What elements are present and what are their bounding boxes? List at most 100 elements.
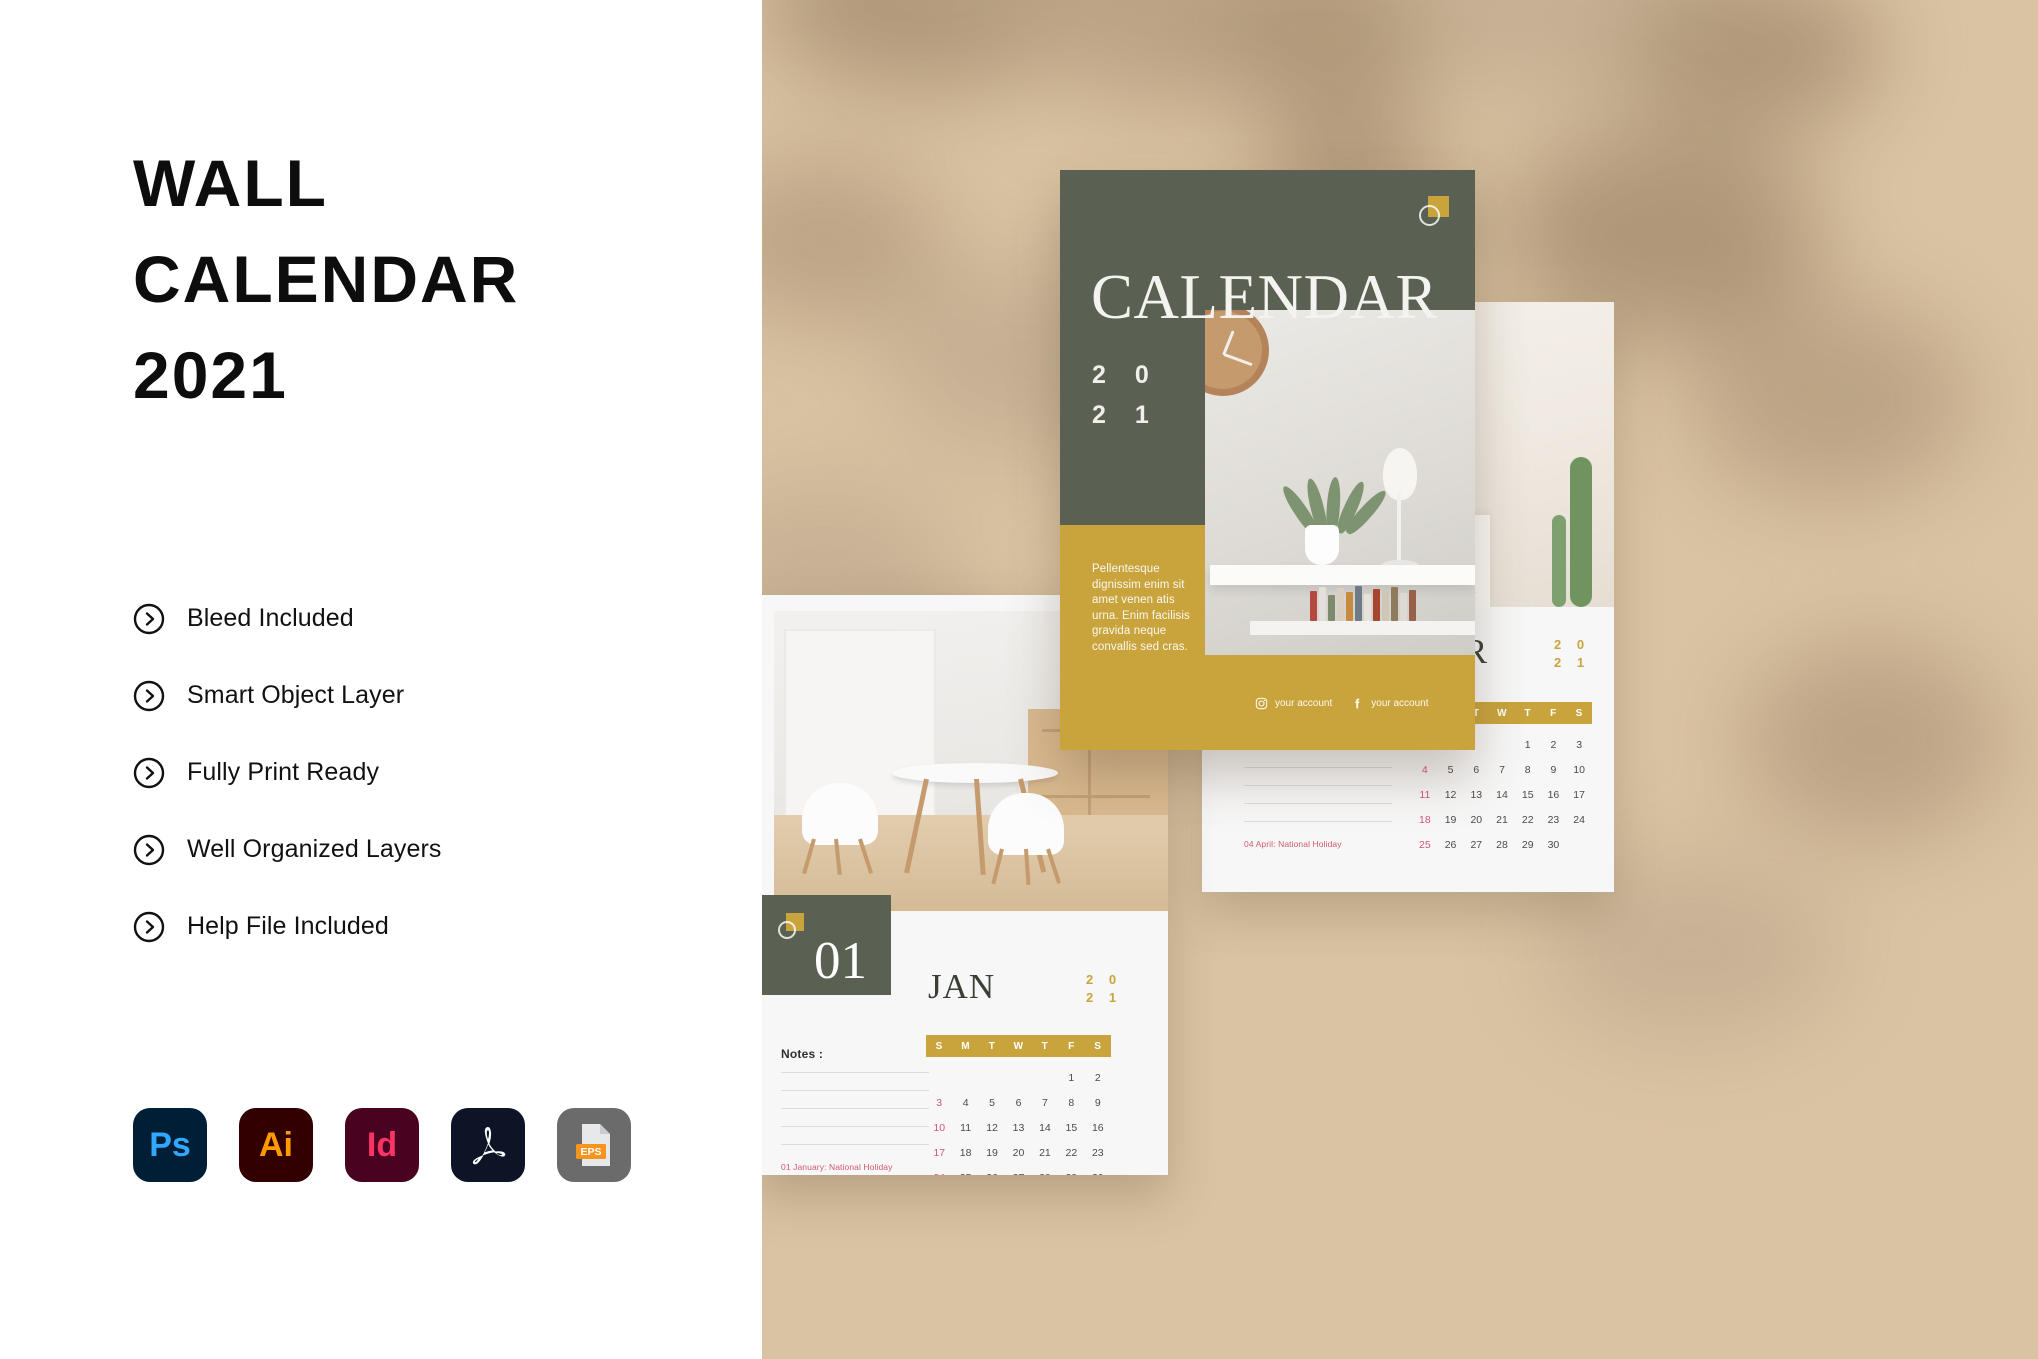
day-cell: 29 bbox=[1058, 1166, 1084, 1175]
feature-label: Fully Print Ready bbox=[187, 758, 380, 786]
day-cell: 17 bbox=[933, 1147, 946, 1159]
day-cell: 15 bbox=[1521, 789, 1534, 801]
instagram-account[interactable]: your account bbox=[1255, 697, 1332, 710]
feature-item-smart-object-layer: Smart Object Layer bbox=[133, 657, 442, 734]
notes-label: Notes : bbox=[781, 1047, 824, 1061]
title-line-1: WALL bbox=[133, 146, 328, 220]
day-cell: 15 bbox=[1065, 1122, 1078, 1134]
svg-text:EPS: EPS bbox=[580, 1146, 601, 1158]
jan-month-number: 01 bbox=[814, 932, 867, 990]
day-cell: 26 bbox=[979, 1166, 1005, 1175]
day-cell: 13 bbox=[1470, 789, 1483, 801]
weekday-header-row: SMTWTFS bbox=[926, 1035, 1111, 1057]
chevron-right-circle-icon bbox=[133, 834, 165, 866]
jan-notes-block: Notes : 01 January: National Holiday bbox=[781, 1047, 929, 1172]
feature-item-bleed-included: Bleed Included bbox=[133, 580, 442, 657]
jan-month-name: JAN bbox=[928, 967, 996, 1006]
day-cell: 9 bbox=[1094, 1097, 1101, 1109]
weekday-header: F bbox=[1550, 707, 1557, 719]
compatible-software-icons: Ps Ai Id EPS bbox=[133, 1108, 631, 1182]
day-cell: 11 bbox=[1419, 789, 1431, 801]
day-cell: 20 bbox=[1012, 1147, 1025, 1159]
page-title: WALL CALENDAR 2021 bbox=[133, 135, 519, 423]
day-cell: 22 bbox=[1521, 814, 1534, 826]
day-cell-empty: . bbox=[926, 1066, 952, 1091]
day-cell: 12 bbox=[986, 1122, 998, 1134]
day-cell: 26 bbox=[1444, 839, 1457, 851]
day-cell: 10 bbox=[933, 1122, 946, 1134]
jan-year-bottom: 2 1 bbox=[1086, 990, 1123, 1005]
day-cell-empty: . bbox=[1489, 733, 1515, 758]
square-circle-logo-icon bbox=[778, 913, 804, 939]
eps-file-icon: EPS bbox=[557, 1108, 631, 1182]
weekday-header: T bbox=[1041, 1040, 1049, 1052]
day-cell: 6 bbox=[1473, 764, 1480, 776]
cover-title: CALENDAR bbox=[1091, 262, 1438, 332]
weekday-header: S bbox=[1575, 707, 1583, 719]
cover-year-top: 2 0 bbox=[1092, 361, 1160, 389]
day-cell: 18 bbox=[959, 1147, 972, 1159]
cover-photo bbox=[1205, 310, 1475, 655]
day-cell: 7 bbox=[1499, 764, 1505, 776]
weekday-header: S bbox=[1094, 1040, 1102, 1052]
mockup-scene: 04 APR 2 0 2 1 Notes : 04 April: Nationa… bbox=[762, 0, 2038, 1359]
day-cell: 20 bbox=[1470, 814, 1483, 826]
day-cell: 28 bbox=[1496, 839, 1508, 851]
chevron-right-circle-icon bbox=[133, 911, 165, 943]
instagram-handle: your account bbox=[1275, 698, 1333, 709]
day-cell: 24 bbox=[926, 1166, 952, 1175]
weekday-header: T bbox=[988, 1040, 996, 1052]
day-cell: 21 bbox=[1496, 814, 1508, 826]
jan-year-top: 2 0 bbox=[1086, 972, 1123, 987]
day-cell: 5 bbox=[989, 1097, 995, 1109]
day-cell: 3 bbox=[1576, 739, 1583, 751]
facebook-handle: your account bbox=[1371, 698, 1429, 709]
facebook-account[interactable]: your account bbox=[1351, 697, 1429, 710]
apr-holiday-note: 04 April: National Holiday bbox=[1244, 839, 1342, 849]
apr-year-top: 2 0 bbox=[1554, 637, 1591, 652]
day-cell: 11 bbox=[960, 1122, 972, 1134]
day-cell: 18 bbox=[1419, 814, 1431, 826]
day-cell: 5 bbox=[1447, 764, 1454, 776]
left-info-panel: WALL CALENDAR 2021 Bleed Included Smart … bbox=[0, 0, 762, 1359]
day-cell: 16 bbox=[1091, 1122, 1104, 1134]
illustrator-icon: Ai bbox=[239, 1108, 313, 1182]
feature-item-fully-print-ready: Fully Print Ready bbox=[133, 734, 442, 811]
acrobat-pdf-icon bbox=[451, 1108, 525, 1182]
feature-label: Well Organized Layers bbox=[187, 835, 442, 863]
day-cell: 10 bbox=[1573, 764, 1585, 776]
day-cell: 14 bbox=[1496, 789, 1508, 801]
day-cell: 25 bbox=[952, 1166, 978, 1175]
feature-item-help-file-included: Help File Included bbox=[133, 888, 442, 965]
calendar-cover-sheet: CALENDAR 2 0 2 1 Pellentesque dignissim … bbox=[1060, 170, 1475, 750]
bookshelf-books bbox=[1310, 585, 1460, 621]
apr-year-bottom: 2 1 bbox=[1554, 655, 1591, 670]
chevron-right-circle-icon bbox=[133, 757, 165, 789]
day-cell: 28 bbox=[1032, 1166, 1058, 1175]
cover-social-row: your account your account bbox=[1255, 697, 1429, 710]
day-cell: 8 bbox=[1524, 764, 1531, 776]
day-cell: 27 bbox=[1470, 839, 1483, 851]
photoshop-icon: Ps bbox=[133, 1108, 207, 1182]
day-cell: 22 bbox=[1065, 1147, 1078, 1159]
cover-year: 2 0 2 1 bbox=[1092, 355, 1160, 435]
day-cell: 12 bbox=[1444, 789, 1457, 801]
feature-label: Help File Included bbox=[187, 912, 389, 940]
day-cells: ....123456789101112131415161718192021222… bbox=[1412, 733, 1592, 858]
feature-label: Bleed Included bbox=[187, 604, 354, 632]
day-cell: 6 bbox=[1015, 1097, 1022, 1109]
day-cell-empty: . bbox=[952, 1066, 978, 1091]
day-cell: 30 bbox=[1085, 1166, 1111, 1175]
day-cell: 16 bbox=[1547, 789, 1560, 801]
day-cell: 19 bbox=[986, 1147, 998, 1159]
weekday-header: W bbox=[1497, 707, 1507, 719]
day-cell: 23 bbox=[1547, 814, 1560, 826]
day-cell: 24 bbox=[1573, 814, 1585, 826]
day-cell: 7 bbox=[1042, 1097, 1048, 1109]
day-cell: 9 bbox=[1550, 764, 1557, 776]
day-cell-empty: . bbox=[1032, 1066, 1058, 1091]
day-cell: 4 bbox=[962, 1097, 969, 1109]
day-cell: 30 bbox=[1547, 839, 1560, 851]
day-cell: 29 bbox=[1521, 839, 1534, 851]
day-cell: 19 bbox=[1444, 814, 1457, 826]
